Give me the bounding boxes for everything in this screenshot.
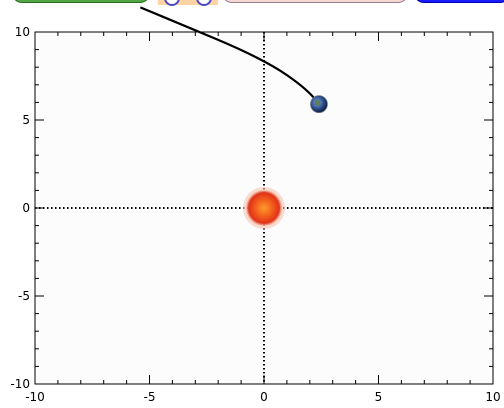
y-tick-label: 0 bbox=[22, 201, 30, 215]
x-tick-label: -10 bbox=[25, 390, 45, 404]
x-tick-label: 10 bbox=[485, 390, 500, 404]
x-tick-label: 0 bbox=[260, 390, 268, 404]
x-tick-label: 5 bbox=[375, 390, 383, 404]
x-tick-label: -5 bbox=[144, 390, 156, 404]
y-tick-label: -5 bbox=[18, 289, 30, 303]
y-tick-label: 5 bbox=[22, 113, 30, 127]
orbit-plot: -10 -5 0 5 10 10 5 0 -5 -10 bbox=[10, 6, 501, 404]
y-tick-label: -10 bbox=[10, 377, 30, 391]
y-tick-label: 10 bbox=[15, 25, 30, 39]
sun-icon bbox=[246, 190, 282, 226]
